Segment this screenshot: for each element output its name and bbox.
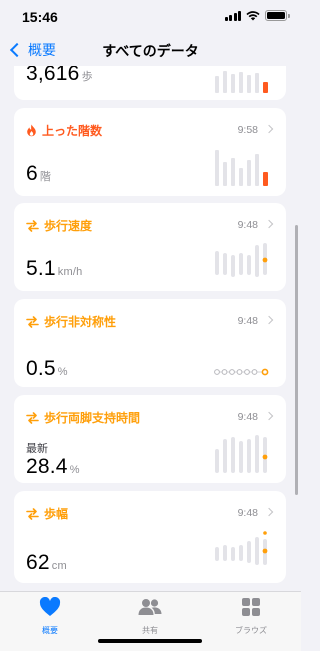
step-length-chart	[215, 531, 268, 565]
tab-sharing[interactable]: 共有	[110, 597, 190, 636]
chevron-right-icon	[264, 124, 274, 134]
page-title: すべてのデータ	[102, 43, 199, 59]
latest-label: 最新	[26, 443, 48, 455]
floors-chart	[215, 150, 268, 186]
flame-icon	[27, 124, 36, 137]
chevron-right-icon	[264, 507, 274, 517]
data-list[interactable]: 3,616 歩 上った階数 9:58 6階 歩行速度 9:48 5.1 km/h…	[0, 66, 301, 591]
walking-asymmetry-value: 0.5%	[26, 357, 68, 380]
double-support-value: 28.4%	[26, 455, 80, 478]
card-time: 9:48	[237, 507, 258, 519]
walking-speed-chart	[215, 243, 268, 277]
tab-summary[interactable]: 概要	[10, 596, 90, 636]
walking-arrows-icon	[26, 507, 39, 520]
chevron-right-icon	[264, 411, 274, 421]
status-icons	[224, 10, 290, 21]
card-floors-climbed[interactable]: 上った階数 9:58 6階	[14, 108, 286, 196]
walking-arrows-icon	[26, 219, 39, 232]
grid-icon	[242, 598, 260, 616]
status-bar: 15:46	[0, 0, 301, 34]
card-title: 上った階数	[26, 122, 102, 139]
card-walking-asymmetry[interactable]: 歩行非対称性 9:48 0.5%	[14, 299, 286, 387]
chevron-right-icon	[264, 219, 274, 229]
card-title: 歩幅	[26, 505, 68, 522]
battery-icon	[265, 10, 290, 21]
card-steps[interactable]: 3,616 歩	[14, 66, 286, 100]
double-support-chart	[215, 435, 268, 473]
home-indicator	[98, 639, 202, 643]
wifi-icon	[246, 11, 260, 21]
tab-label: 共有	[142, 626, 158, 635]
tab-label: ブラウズ	[235, 626, 267, 635]
floors-value: 6階	[26, 162, 52, 185]
chevron-right-icon	[264, 315, 274, 325]
steps-value: 3,616 歩	[26, 66, 93, 85]
scroll-indicator[interactable]	[295, 225, 298, 495]
card-time: 9:58	[237, 124, 258, 136]
tab-browse[interactable]: ブラウズ	[211, 597, 291, 636]
card-step-length[interactable]: 歩幅 9:48 62 cm	[14, 491, 286, 583]
step-length-value: 62 cm	[26, 551, 67, 574]
status-time: 15:46	[22, 9, 58, 25]
people-icon	[138, 599, 162, 615]
signal-icon	[224, 10, 241, 21]
walking-asymmetry-chart	[214, 368, 269, 376]
card-title: 歩行非対称性	[26, 313, 116, 330]
heart-icon	[39, 596, 61, 616]
card-title: 歩行速度	[26, 217, 92, 234]
walking-arrows-icon	[26, 315, 39, 328]
steps-chart	[215, 71, 268, 93]
walking-arrows-icon	[26, 411, 39, 424]
navigation-bar: 概要 すべてのデータ	[0, 34, 301, 66]
card-walking-speed[interactable]: 歩行速度 9:48 5.1 km/h	[14, 203, 286, 291]
card-time: 9:48	[237, 219, 258, 231]
walking-speed-value: 5.1 km/h	[26, 257, 83, 280]
card-title: 歩行両脚支持時間	[26, 409, 140, 426]
card-double-support-time[interactable]: 歩行両脚支持時間 9:48 最新 28.4%	[14, 395, 286, 483]
card-time: 9:48	[237, 315, 258, 327]
card-time: 9:48	[237, 411, 258, 423]
tab-label: 概要	[42, 626, 58, 635]
